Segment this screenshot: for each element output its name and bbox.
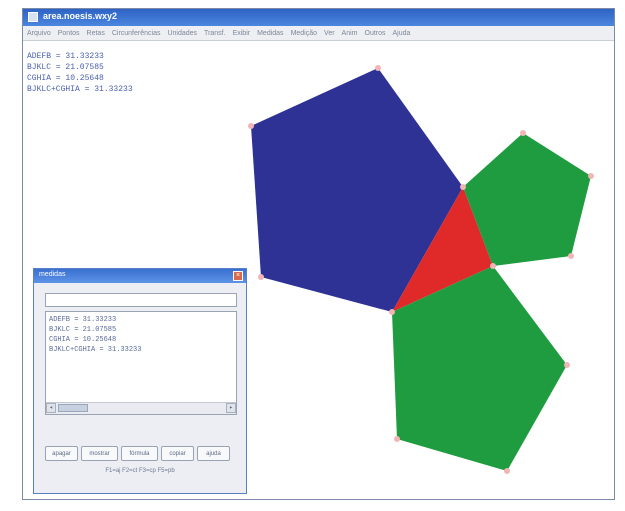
scroll-thumb[interactable] bbox=[58, 404, 88, 412]
title-bar[interactable]: area.noesis.wxy2 bbox=[23, 9, 614, 26]
menu-medidas[interactable]: Medidas bbox=[257, 30, 283, 37]
apagar-button[interactable]: apagar bbox=[45, 446, 78, 461]
scroll-right-icon[interactable]: ▸ bbox=[226, 403, 236, 413]
shortcut-hint: F1=aj F2=ct F3=cp F5=pb bbox=[105, 468, 175, 474]
horizontal-scrollbar[interactable]: ◂ ▸ bbox=[46, 402, 236, 414]
menu-bar: Arquivo Pontos Retas Circunferências Uni… bbox=[23, 26, 614, 41]
copiar-button[interactable]: copiar bbox=[161, 446, 194, 461]
output-line: BJKLC = 21.07585 bbox=[49, 326, 117, 334]
output-line: ADEFB = 31.33233 bbox=[49, 316, 117, 324]
ajuda-button[interactable]: ajuda bbox=[197, 446, 230, 461]
dialog-title: medidas bbox=[39, 271, 66, 278]
vertex-point[interactable] bbox=[504, 468, 510, 474]
vertex-point[interactable] bbox=[460, 184, 466, 190]
menu-transf[interactable]: Transf. bbox=[204, 30, 226, 37]
menu-ajuda[interactable]: Ajuda bbox=[393, 30, 411, 37]
vertex-point[interactable] bbox=[568, 253, 574, 259]
command-input[interactable] bbox=[45, 293, 237, 307]
menu-retas[interactable]: Retas bbox=[87, 30, 105, 37]
menu-unidades[interactable]: Unidades bbox=[167, 30, 197, 37]
close-icon[interactable]: × bbox=[233, 271, 243, 281]
menu-arquivo[interactable]: Arquivo bbox=[27, 30, 51, 37]
vertex-point[interactable] bbox=[520, 130, 526, 136]
measures-dialog: medidas × ADEFB = 31.33233 BJKLC = 21.07… bbox=[33, 268, 247, 494]
menu-pontos[interactable]: Pontos bbox=[58, 30, 80, 37]
menu-circunferencias[interactable]: Circunferências bbox=[112, 30, 161, 37]
vertex-point[interactable] bbox=[375, 65, 381, 71]
dialog-title-bar[interactable]: medidas × bbox=[34, 269, 246, 283]
vertex-point[interactable] bbox=[389, 309, 395, 315]
formula-button[interactable]: fórmula bbox=[121, 446, 158, 461]
menu-exibir[interactable]: Exibir bbox=[233, 30, 251, 37]
app-icon bbox=[28, 12, 38, 22]
mostrar-button[interactable]: mostrar bbox=[81, 446, 118, 461]
vertex-point[interactable] bbox=[588, 173, 594, 179]
menu-anim[interactable]: Anim bbox=[342, 30, 358, 37]
dialog-button-row: apagar mostrar fórmula copiar ajuda bbox=[45, 446, 233, 461]
vertex-point[interactable] bbox=[258, 274, 264, 280]
output-area[interactable]: ADEFB = 31.33233 BJKLC = 21.07585 CGHIA … bbox=[45, 311, 237, 415]
menu-ver[interactable]: Ver bbox=[324, 30, 335, 37]
menu-outros[interactable]: Outros bbox=[365, 30, 386, 37]
output-line: CGHIA = 10.25648 bbox=[49, 336, 117, 344]
vertex-point[interactable] bbox=[564, 362, 570, 368]
scroll-left-icon[interactable]: ◂ bbox=[46, 403, 56, 413]
vertex-point[interactable] bbox=[490, 263, 496, 269]
window-title: area.noesis.wxy2 bbox=[43, 11, 118, 21]
vertex-point[interactable] bbox=[394, 436, 400, 442]
output-line: BJKLC+CGHIA = 31.33233 bbox=[49, 346, 142, 354]
vertex-point[interactable] bbox=[248, 123, 254, 129]
menu-medicao[interactable]: Medição bbox=[291, 30, 317, 37]
